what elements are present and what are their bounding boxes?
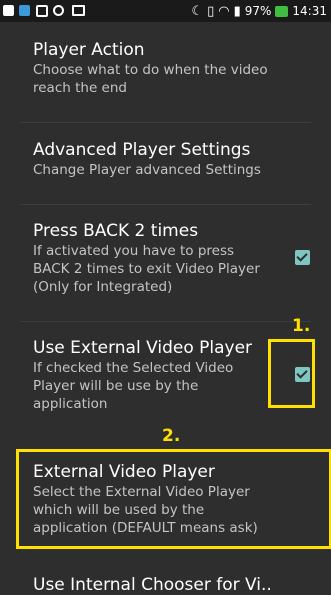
status-right: ☾ ▯ ◠ ▮ 97% 14:31 <box>191 0 327 22</box>
setting-summary: If activated you have to press BACK 2 ti… <box>33 243 260 295</box>
setting-use-external-player[interactable]: Use External Video Player If checked the… <box>0 337 331 413</box>
annotation-label-2: 2. <box>162 426 181 446</box>
moon-icon: ☾ <box>191 3 204 19</box>
use-external-player-checkbox[interactable] <box>295 367 310 382</box>
setting-title: Press BACK 2 times <box>33 221 199 241</box>
wifi-icon: ◠ <box>218 3 230 19</box>
cast-icon <box>53 5 64 16</box>
setting-summary: Choose what to do when the video reach t… <box>33 62 268 96</box>
status-bar: ☾ ▯ ◠ ▮ 97% 14:31 <box>0 0 331 22</box>
divider <box>20 204 311 205</box>
charging-battery-icon <box>275 5 289 17</box>
annotation-label-1: 1. <box>292 316 311 336</box>
divider <box>20 122 311 123</box>
setting-internal-chooser[interactable]: Use Internal Chooser for Vi.. <box>0 574 331 595</box>
vibrate-icon: ▯ <box>207 3 215 19</box>
divider <box>20 321 311 322</box>
mail-icon <box>72 5 85 16</box>
setting-player-action[interactable]: Player Action Choose what to do when the… <box>0 39 331 97</box>
setting-title: Use Internal Chooser for Vi.. <box>33 575 272 595</box>
setting-press-back[interactable]: Press BACK 2 times If activated you have… <box>0 220 331 296</box>
setting-title: Player Action <box>33 40 145 60</box>
setting-advanced-player[interactable]: Advanced Player Settings Change Player a… <box>0 139 331 179</box>
settings-screen: ☾ ▯ ◠ ▮ 97% 14:31 Player Action Choose w… <box>0 0 331 595</box>
gallery-icon <box>36 5 48 17</box>
setting-summary: Change Player advanced Settings <box>33 162 261 178</box>
app-icon <box>19 5 30 16</box>
clock: 14:31 <box>292 4 327 18</box>
press-back-checkbox[interactable] <box>295 250 310 265</box>
battery-icon: ▮ <box>233 3 241 19</box>
setting-external-player[interactable]: External Video Player Select the Externa… <box>0 461 331 537</box>
setting-title: Use External Video Player <box>33 338 253 358</box>
setting-title: Advanced Player Settings <box>33 140 251 160</box>
setting-summary: If checked the Selected Video Player wil… <box>33 360 234 412</box>
setting-summary: Select the External Video Player which w… <box>33 484 258 536</box>
setting-title: External Video Player <box>33 462 215 482</box>
battery-percent: 97% <box>244 4 272 18</box>
chat-icon <box>3 5 14 16</box>
